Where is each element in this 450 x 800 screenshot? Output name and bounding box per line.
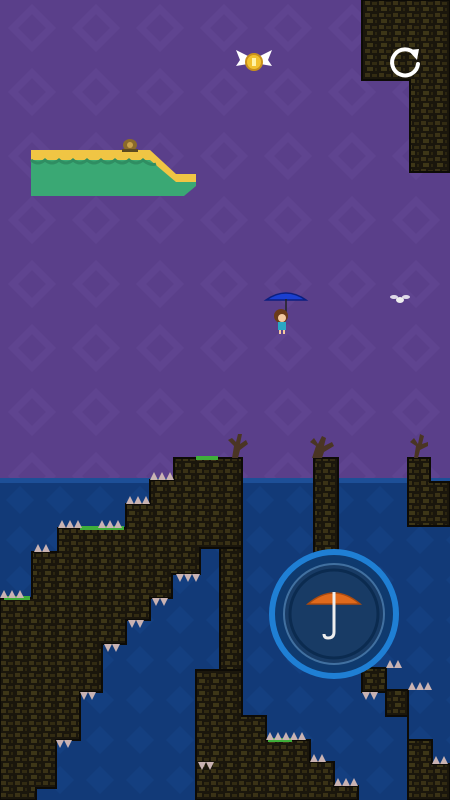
umbrella-button-graphic <box>269 549 399 679</box>
restart-button[interactable] <box>382 40 428 86</box>
grass <box>196 456 218 460</box>
game-viewport[interactable] <box>0 0 450 800</box>
rock-central-column <box>219 547 243 671</box>
restart-arrow-icon <box>390 47 420 78</box>
umbrella-button[interactable] <box>268 548 400 680</box>
